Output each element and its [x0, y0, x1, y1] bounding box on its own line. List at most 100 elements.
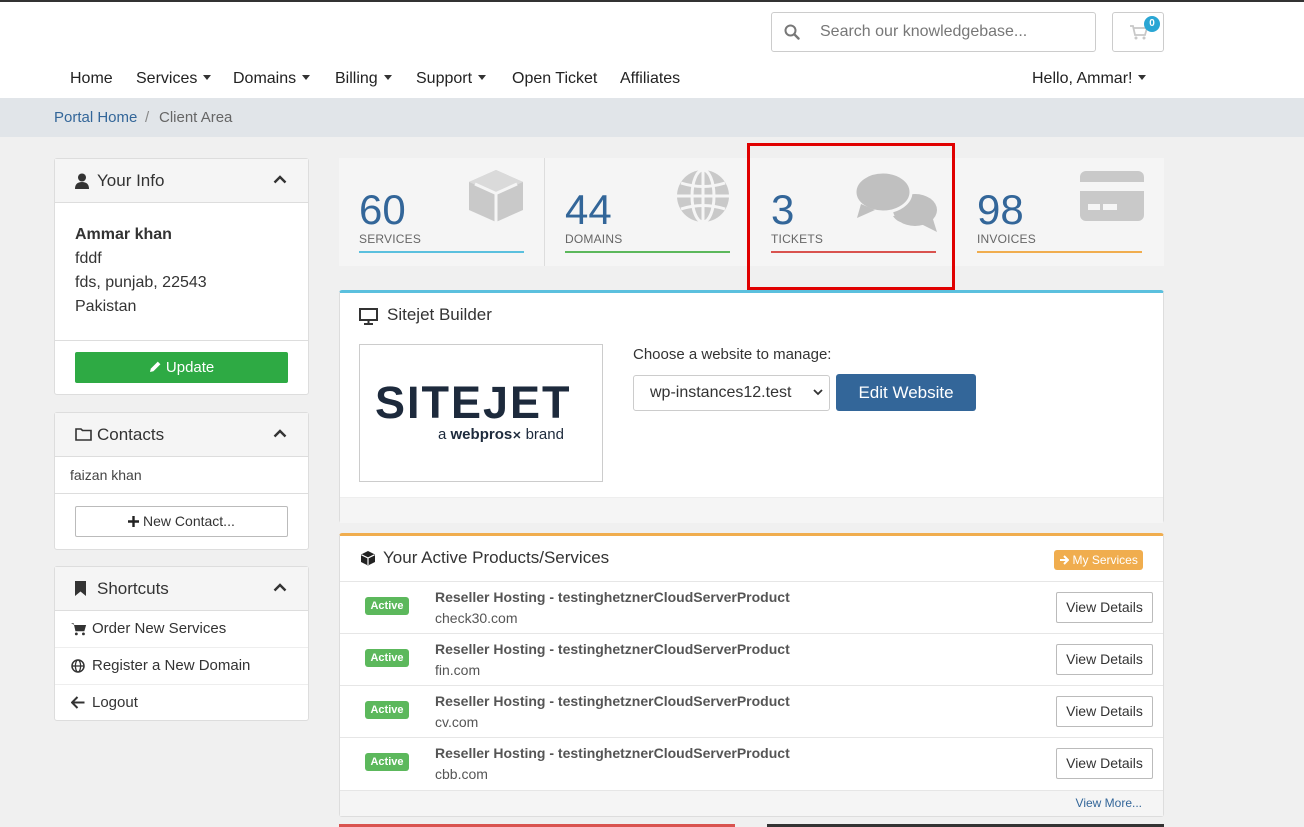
product-domain: cv.com	[435, 714, 479, 730]
client-name: Ammar khan	[75, 226, 172, 243]
shortcuts-panel: Shortcuts Order New Services Register a …	[54, 566, 309, 721]
knowledgebase-search[interactable]	[771, 12, 1096, 52]
breadcrumb: Portal Home / Client Area	[0, 98, 1304, 137]
update-button[interactable]: Update	[75, 352, 288, 383]
address-line2: fds, punjab, 22543	[75, 274, 207, 291]
services-count: 60	[359, 186, 406, 233]
chevron-up-icon[interactable]	[273, 429, 287, 438]
product-name: Reseller Hosting - testinghetznerCloudSe…	[435, 693, 790, 709]
nav-support[interactable]: Support	[416, 70, 487, 92]
cart-button[interactable]: 0	[1112, 12, 1164, 52]
caret-down-icon	[383, 75, 392, 80]
stat-domains[interactable]: 44 DOMAINS	[545, 158, 751, 266]
top-header: 0 Home Services Domains Billing Support …	[0, 0, 1304, 98]
credit-card-icon	[1080, 171, 1144, 221]
view-more-link[interactable]: View More...	[1076, 796, 1142, 810]
domains-bar	[565, 251, 730, 253]
address-line1: fddf	[75, 250, 102, 267]
nav-home[interactable]: Home	[70, 70, 113, 92]
cube-icon	[361, 551, 375, 566]
invoices-bar	[977, 251, 1142, 253]
status-badge: Active	[365, 597, 409, 615]
product-name: Reseller Hosting - testinghetznerCloudSe…	[435, 745, 790, 761]
view-details-button[interactable]: View Details	[1056, 592, 1153, 623]
products-title: Your Active Products/Services	[383, 548, 610, 567]
caret-down-icon	[302, 75, 311, 80]
sitejet-logo: SITEJET a webpros✕ brand	[359, 344, 603, 482]
nav-billing[interactable]: Billing	[335, 70, 392, 92]
shortcuts-header[interactable]: Shortcuts	[55, 567, 308, 611]
shortcuts-title: Shortcuts	[97, 579, 169, 598]
sitejet-title: Sitejet Builder	[387, 305, 492, 324]
caret-down-icon	[203, 75, 212, 80]
sitejet-logo-wordmark: SITEJET	[375, 377, 572, 428]
chevron-down-icon	[813, 389, 823, 396]
pencil-icon	[149, 361, 161, 372]
your-info-title: Your Info	[97, 171, 165, 190]
arrow-left-icon	[71, 696, 85, 709]
sitejet-footer	[340, 497, 1163, 523]
shortcut-register-domain[interactable]: Register a New Domain	[55, 647, 308, 684]
choose-website-label: Choose a website to manage:	[633, 346, 832, 363]
nav-affiliates[interactable]: Affiliates	[620, 70, 680, 92]
nav-open-ticket[interactable]: Open Ticket	[512, 70, 597, 92]
product-row: Active Reseller Hosting - testinghetzner…	[340, 685, 1163, 737]
chevron-up-icon[interactable]	[273, 583, 287, 592]
breadcrumb-current: Client Area	[159, 109, 233, 126]
new-contact-button[interactable]: New Contact...	[75, 506, 288, 537]
view-details-button[interactable]: View Details	[1056, 696, 1153, 727]
your-info-header[interactable]: Your Info	[55, 159, 308, 203]
product-name: Reseller Hosting - testinghetznerCloudSe…	[435, 589, 790, 605]
product-domain: cbb.com	[435, 766, 488, 782]
invoices-count: 98	[977, 186, 1024, 233]
plus-icon	[128, 516, 140, 527]
product-row: Active Reseller Hosting - testinghetzner…	[340, 737, 1163, 790]
product-name: Reseller Hosting - testinghetznerCloudSe…	[435, 641, 790, 657]
divider	[55, 340, 308, 341]
view-details-button[interactable]: View Details	[1056, 748, 1153, 779]
website-select[interactable]: wp-instances12.test	[633, 375, 830, 411]
cube-icon	[469, 170, 523, 222]
breadcrumb-portal-home[interactable]: Portal Home	[54, 109, 137, 126]
shortcut-logout[interactable]: Logout	[55, 684, 308, 721]
shortcut-order-new-services[interactable]: Order New Services	[55, 611, 308, 648]
services-bar	[359, 251, 524, 253]
bookmark-icon	[75, 581, 86, 596]
arrow-right-icon	[1060, 555, 1070, 565]
sitejet-logo-tagline: a webpros✕ brand	[438, 426, 564, 443]
breadcrumb-separator: /	[145, 109, 150, 126]
my-services-button[interactable]: My Services	[1054, 550, 1143, 570]
monitor-icon	[359, 308, 378, 325]
tickets-highlight-box	[747, 143, 955, 290]
your-info-panel: Your Info Ammar khan fddf fds, punjab, 2…	[54, 158, 309, 395]
user-menu[interactable]: Hello, Ammar!	[1032, 70, 1147, 92]
product-row: Active Reseller Hosting - testinghetzner…	[340, 633, 1163, 685]
nav-services[interactable]: Services	[136, 70, 212, 92]
status-badge: Active	[365, 701, 409, 719]
stat-invoices[interactable]: 98 INVOICES	[957, 158, 1163, 266]
nav-domains[interactable]: Domains	[233, 70, 311, 92]
caret-down-icon	[1138, 75, 1147, 80]
folder-icon	[75, 428, 92, 441]
domains-count: 44	[565, 186, 612, 233]
product-domain: check30.com	[435, 610, 518, 626]
chevron-up-icon[interactable]	[273, 175, 287, 184]
edit-website-button[interactable]: Edit Website	[836, 374, 976, 411]
product-domain: fin.com	[435, 662, 481, 678]
search-icon	[784, 24, 800, 40]
stat-services[interactable]: 60 SERVICES	[339, 158, 545, 266]
search-input[interactable]	[820, 20, 1080, 44]
product-row: Active Reseller Hosting - testinghetzner…	[340, 581, 1163, 633]
contact-item[interactable]: faizan khan	[70, 467, 142, 483]
caret-down-icon	[478, 75, 487, 80]
services-label: SERVICES	[359, 232, 422, 246]
contacts-title: Contacts	[97, 425, 165, 444]
invoices-label: INVOICES	[977, 232, 1036, 246]
globe-icon	[71, 659, 85, 673]
view-details-button[interactable]: View Details	[1056, 644, 1153, 675]
contacts-header[interactable]: Contacts	[55, 413, 308, 457]
user-icon	[75, 173, 89, 189]
divider	[55, 493, 308, 494]
contacts-panel: Contacts faizan khan New Contact...	[54, 412, 309, 550]
address-country: Pakistan	[75, 298, 137, 315]
